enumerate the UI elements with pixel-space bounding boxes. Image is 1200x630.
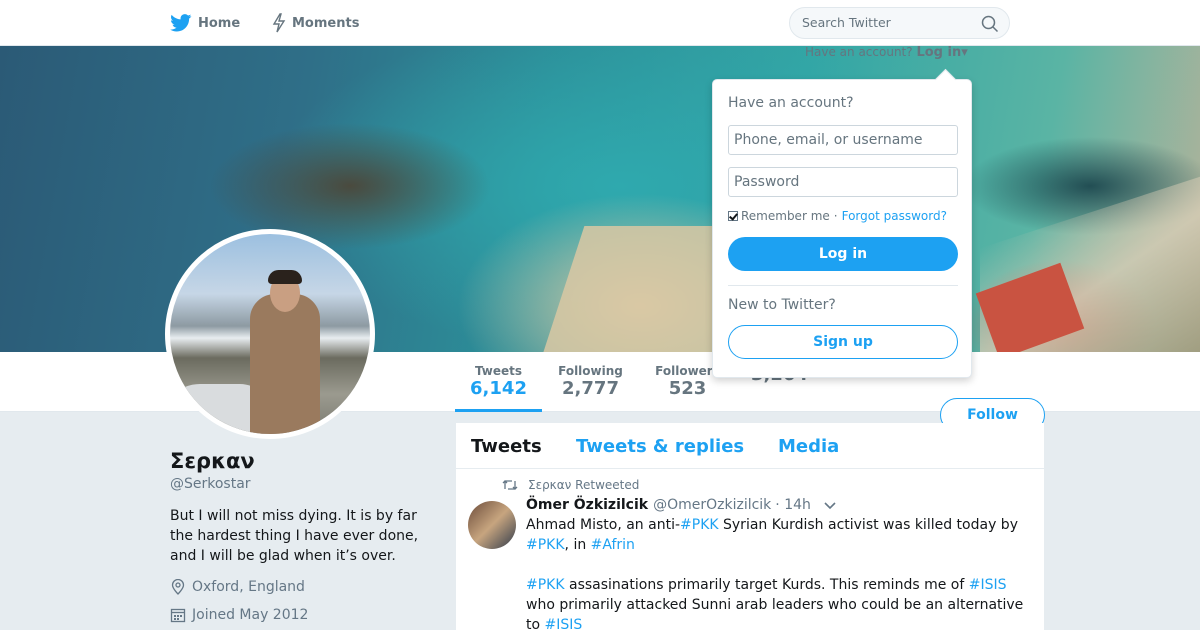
stat-value: 6,142 (470, 378, 527, 399)
signup-button[interactable]: Sign up (728, 325, 958, 359)
hashtag-link[interactable]: #ISIS (969, 577, 1007, 593)
tweet-timestamp[interactable]: · 14h (775, 497, 811, 513)
new-to-twitter-text: New to Twitter? (728, 297, 836, 313)
tab-tweets[interactable]: Tweets (471, 436, 542, 457)
nav-moments[interactable]: Moments (272, 0, 359, 46)
stat-label: Following (558, 364, 623, 378)
profile-location: Oxford, England (170, 579, 305, 595)
nav-home[interactable]: Home (170, 0, 240, 46)
retweet-icon (502, 480, 518, 490)
remember-separator: · (833, 209, 838, 223)
nav-moments-label: Moments (292, 15, 360, 31)
nav-home-label: Home (198, 15, 241, 31)
stat-value: 2,777 (562, 378, 619, 399)
top-navigation-bar: Home Moments (0, 0, 1200, 46)
hashtag-link[interactable]: #ISIS (545, 617, 583, 630)
location-pin-icon (171, 579, 185, 595)
stat-tweets[interactable]: Tweets 6,142 (455, 352, 542, 412)
profile-location-text: Oxford, England (192, 579, 305, 595)
tab-media[interactable]: Media (778, 436, 839, 457)
password-field[interactable] (728, 167, 958, 197)
tweet-text-part: who primarily attacked Sunni arab leader… (526, 597, 1024, 630)
chevron-down-icon[interactable] (823, 501, 837, 511)
remember-me-label[interactable]: Remember me (741, 209, 830, 223)
profile-bio: But I will not miss dying. It is by far … (170, 508, 419, 564)
avatar-hair (268, 270, 302, 284)
tweet-text-part: , in (564, 537, 591, 553)
tweet-author-name[interactable]: Ömer Özkizilcik (526, 497, 648, 513)
retweet-context-text[interactable]: Σερκαν Retweeted (528, 478, 639, 492)
login-dropdown-toggle[interactable]: Log in▾ (916, 45, 967, 60)
search-icon[interactable] (981, 15, 999, 33)
login-button[interactable]: Log in (728, 237, 958, 271)
hashtag-link[interactable]: #PKK (526, 577, 565, 593)
profile-avatar[interactable] (165, 229, 375, 439)
tweet-text-part: Ahmad Misto, an anti- (526, 517, 681, 533)
profile-name[interactable]: Σερκαν (170, 449, 255, 473)
timeline-tabs: Tweets Tweets & replies Media (456, 423, 1044, 469)
username-field[interactable] (728, 125, 958, 155)
tweet-author-avatar[interactable] (468, 501, 516, 549)
remember-me-row: Remember me · Forgot password? (728, 209, 947, 223)
tweet-text-part: Syrian Kurdish activist was killed today… (718, 517, 1018, 533)
hashtag-link[interactable]: #PKK (526, 537, 565, 553)
avatar-figure (250, 294, 320, 434)
search-box (789, 7, 1010, 39)
account-prompt-text: Have an account? (805, 45, 913, 59)
tweet-text-part: assasinations primarily target Kurds. Th… (564, 577, 969, 593)
timeline: Tweets Tweets & replies Media Σερκαν Ret… (456, 423, 1044, 630)
profile-handle[interactable]: @Serkostar (170, 476, 251, 492)
stat-label: Tweets (474, 364, 523, 378)
tweet-header: Ömer Özkizilcik @OmerOzkizilcik · 14h (526, 497, 837, 513)
tweet-text: Ahmad Misto, an anti-#PKK Syrian Kurdish… (526, 515, 1031, 630)
lightning-icon (272, 13, 286, 33)
hashtag-link[interactable]: #Afrin (591, 537, 635, 553)
login-dropdown-title: Have an account? (728, 95, 854, 111)
stat-value: 523 (668, 378, 707, 399)
retweet-context: Σερκαν Retweeted (502, 478, 639, 492)
dropdown-divider (728, 285, 958, 286)
profile-joined-text: Joined May 2012 (192, 607, 309, 623)
tab-tweets-replies[interactable]: Tweets & replies (576, 436, 744, 457)
remember-me-checkbox[interactable] (728, 211, 738, 221)
search-input[interactable] (802, 8, 972, 38)
hashtag-link[interactable]: #PKK (680, 517, 719, 533)
profile-joined: Joined May 2012 (170, 607, 308, 623)
calendar-icon (170, 608, 186, 623)
stat-following[interactable]: Following 2,777 (548, 352, 633, 412)
tweet-author-handle[interactable]: @OmerOzkizilcik (653, 497, 771, 513)
login-dropdown: Have an account? Remember me · Forgot pa… (712, 79, 972, 378)
twitter-bird-icon (170, 14, 192, 32)
account-prompt: Have an account? Log in▾ (805, 45, 968, 60)
forgot-password-link[interactable]: Forgot password? (842, 209, 947, 223)
